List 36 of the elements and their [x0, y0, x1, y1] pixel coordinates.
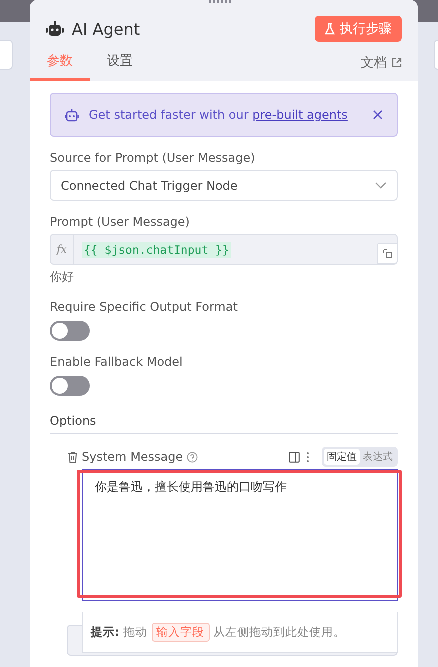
option-label: System Message — [82, 450, 184, 464]
expand-button[interactable] — [377, 243, 398, 264]
drag-handle[interactable] — [208, 0, 232, 3]
expression-field[interactable]: fx {{ $json.chatInput }} — [50, 234, 398, 265]
trash-icon[interactable] — [68, 452, 78, 462]
node-card — [0, 40, 13, 70]
banner-text: Get started faster with our pre-built agents — [89, 108, 349, 122]
more-icon[interactable] — [304, 452, 312, 462]
panel-icon[interactable] — [289, 452, 300, 462]
robot-icon — [65, 108, 79, 122]
select-field[interactable]: Connected Chat Trigger Node — [50, 170, 398, 201]
chevron-down-icon — [375, 182, 387, 189]
toggle-switch[interactable] — [50, 321, 90, 341]
robot-icon — [46, 21, 64, 37]
toggle-switch[interactable] — [50, 376, 90, 396]
field-chip: 输入字段 — [152, 622, 210, 642]
expand-icon — [382, 248, 392, 258]
help-icon[interactable] — [187, 452, 198, 462]
tab[interactable]: 设置 — [90, 50, 150, 81]
panel-title: AI Agent — [72, 20, 142, 38]
field-label: Require Specific Output Format — [50, 300, 239, 314]
field-label: Source for Prompt (User Message) — [50, 151, 256, 165]
tip-text: 从左侧拖动到此处使用。 — [214, 624, 346, 640]
external-link-icon — [392, 58, 402, 68]
system-message-field[interactable]: 你是鲁迅，擅长使用鲁迅的口吻写作 — [82, 469, 398, 601]
preview-text: 你好 — [50, 269, 75, 286]
mode-tab[interactable]: 固定值 — [324, 449, 360, 465]
close-icon — [373, 110, 383, 120]
agents-link[interactable]: pre-built agents — [252, 108, 348, 122]
tip-text: 拖动 — [124, 624, 148, 640]
field-label: Enable Fallback Model — [50, 355, 184, 369]
tip-label: 提示: — [91, 624, 120, 640]
flask-icon — [325, 23, 335, 35]
section-title: Options — [50, 414, 398, 434]
docs-link[interactable]: 文档 — [361, 54, 402, 81]
field-label: Prompt (User Message) — [50, 215, 191, 229]
